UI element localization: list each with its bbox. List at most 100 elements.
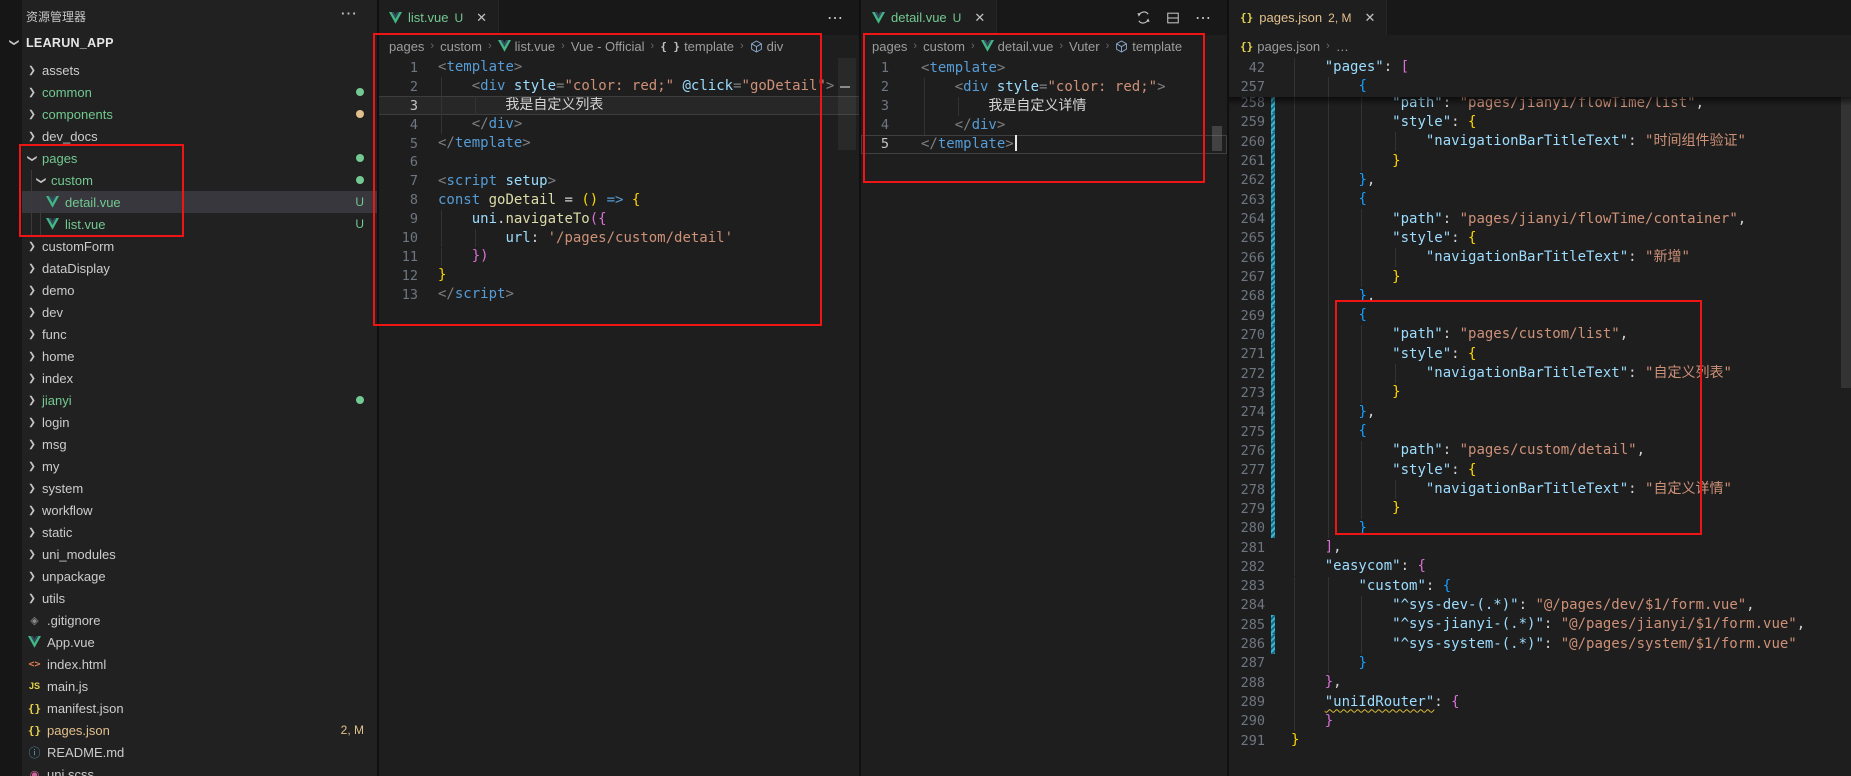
editor-group-divider[interactable] bbox=[1227, 0, 1229, 776]
tree-item-msg[interactable]: ❯msg bbox=[22, 433, 377, 455]
tree-item-dev[interactable]: ❯dev bbox=[22, 301, 377, 323]
scrollbar-slider[interactable] bbox=[1841, 58, 1851, 388]
split-editor-button[interactable] bbox=[1166, 11, 1180, 25]
tree-item-index.html[interactable]: <>index.html bbox=[22, 653, 377, 675]
tree-item-detail.vue[interactable]: detail.vueU bbox=[22, 191, 377, 213]
close-icon[interactable]: ✕ bbox=[1364, 10, 1375, 26]
vue-icon bbox=[46, 218, 59, 230]
breadcrumb-item-detail.vue[interactable]: detail.vue bbox=[981, 39, 1054, 54]
indent-guide bbox=[1395, 248, 1396, 267]
tree-item-App.vue[interactable]: App.vue bbox=[22, 631, 377, 653]
explorer-sidebar: 资源管理器 ⋯ ❯ LEARUN_APP ❯assets❯common❯comp… bbox=[0, 0, 377, 776]
code-line-3: 3 我是自定义详情 bbox=[861, 97, 1227, 116]
tree-item-func[interactable]: ❯func bbox=[22, 323, 377, 345]
code-editor-detail-vue[interactable]: 1<template>2 <div style="color: red;">3 … bbox=[861, 57, 1227, 776]
tree-item-pages.json[interactable]: {}pages.json2, M bbox=[22, 719, 377, 741]
indent-guide bbox=[441, 248, 442, 267]
tree-item-my[interactable]: ❯my bbox=[22, 455, 377, 477]
tab-bar: {}pages.json2, M✕ bbox=[1229, 0, 1851, 35]
code-line-262: 262 }, bbox=[1229, 171, 1851, 190]
code-text: "style": { bbox=[1273, 345, 1476, 364]
breadcrumb-item-list.vue[interactable]: list.vue bbox=[498, 39, 555, 54]
tree-item-main.js[interactable]: JSmain.js bbox=[22, 675, 377, 697]
breadcrumb-item-Vue-Official[interactable]: Vue - Official bbox=[571, 39, 645, 54]
modified-line-marker bbox=[1271, 113, 1275, 132]
chevron-right-icon: ❯ bbox=[26, 593, 38, 604]
code-text: "style": { bbox=[1273, 229, 1476, 248]
tree-item-uni.scss[interactable]: ◉uni.scss bbox=[22, 763, 377, 776]
tree-item-.gitignore[interactable]: ◈.gitignore bbox=[22, 609, 377, 631]
breadcrumb-item-template[interactable]: { }template bbox=[660, 39, 734, 54]
breadcrumb-item-custom[interactable]: custom bbox=[440, 39, 482, 54]
tree-item-assets[interactable]: ❯assets bbox=[22, 59, 377, 81]
modified-line-marker bbox=[1271, 441, 1275, 460]
line-number: 269 bbox=[1229, 308, 1273, 324]
tree-item-components[interactable]: ❯components bbox=[22, 103, 377, 125]
line-number: 276 bbox=[1229, 443, 1273, 459]
tree-item-jianyi[interactable]: ❯jianyi bbox=[22, 389, 377, 411]
tree-item-label: dev bbox=[42, 305, 63, 320]
code-text: } bbox=[1273, 152, 1401, 171]
close-icon[interactable]: ✕ bbox=[974, 10, 985, 26]
more-actions-button[interactable]: ⋯ bbox=[827, 8, 843, 28]
scrollbar-slider[interactable] bbox=[1212, 126, 1222, 151]
tree-item-static[interactable]: ❯static bbox=[22, 521, 377, 543]
split-icon bbox=[1166, 11, 1180, 25]
breadcrumb-item-custom[interactable]: custom bbox=[923, 39, 965, 54]
breadcrumb-item-pages[interactable]: pages bbox=[872, 39, 907, 54]
git-decoration: U bbox=[355, 195, 364, 209]
tab-pages-json[interactable]: {}pages.json2, M✕ bbox=[1229, 0, 1387, 35]
code-text: </div> bbox=[897, 116, 1005, 135]
sidebar-editor-divider[interactable] bbox=[377, 0, 379, 776]
tree-item-login[interactable]: ❯login bbox=[22, 411, 377, 433]
code-editor-pages-json[interactable]: 42 "pages": [257 {258 "path": "pages/jia… bbox=[1229, 57, 1851, 776]
breadcrumb-item-[interactable]: … bbox=[1336, 39, 1349, 54]
tab-list-vue[interactable]: list.vueU✕ bbox=[378, 0, 499, 35]
indent-guide bbox=[1395, 480, 1396, 499]
tree-item-dataDisplay[interactable]: ❯dataDisplay bbox=[22, 257, 377, 279]
chevron-right-icon: ❯ bbox=[26, 549, 38, 560]
code-editor-list-vue[interactable]: 1<template>2 <div style="color: red;" @c… bbox=[378, 57, 859, 776]
code-line-264: 264 "path": "pages/jianyi/flowTime/conta… bbox=[1229, 209, 1851, 228]
breadcrumb-item-Vuter[interactable]: Vuter bbox=[1069, 39, 1100, 54]
tree-item-label: uni.scss bbox=[47, 767, 94, 776]
breadcrumb-item-template[interactable]: template bbox=[1115, 39, 1182, 54]
tree-item-workflow[interactable]: ❯workflow bbox=[22, 499, 377, 521]
tab-detail-vue[interactable]: detail.vueU✕ bbox=[861, 0, 997, 35]
indent-guide bbox=[1328, 461, 1329, 480]
editor-group-divider[interactable] bbox=[859, 0, 861, 776]
tree-item-custom[interactable]: ❯custom bbox=[22, 169, 377, 191]
tree-item-list.vue[interactable]: list.vueU bbox=[22, 213, 377, 235]
minimap[interactable] bbox=[838, 58, 856, 150]
git-badge: U bbox=[355, 195, 364, 209]
tree-item-demo[interactable]: ❯demo bbox=[22, 279, 377, 301]
tree-item-index[interactable]: ❯index bbox=[22, 367, 377, 389]
close-icon[interactable]: ✕ bbox=[476, 10, 487, 26]
tree-item-common[interactable]: ❯common bbox=[22, 81, 377, 103]
tree-item-customForm[interactable]: ❯customForm bbox=[22, 235, 377, 257]
chevron-right-icon: ❯ bbox=[26, 417, 38, 428]
indent-guide bbox=[441, 96, 442, 115]
tree-item-dev_docs[interactable]: ❯dev_docs bbox=[22, 125, 377, 147]
indent-guide bbox=[1328, 209, 1329, 228]
breadcrumb-item-pages[interactable]: pages bbox=[389, 39, 424, 54]
indent-guide bbox=[1294, 364, 1295, 383]
breadcrumb-item-div[interactable]: div bbox=[750, 39, 784, 54]
line-number: 266 bbox=[1229, 250, 1273, 266]
breadcrumb-item-pages.json[interactable]: {}pages.json bbox=[1240, 39, 1320, 54]
tree-item-home[interactable]: ❯home bbox=[22, 345, 377, 367]
tree-item-uni_modules[interactable]: ❯uni_modules bbox=[22, 543, 377, 565]
indent-guide bbox=[1294, 673, 1295, 692]
tree-item-pages[interactable]: ❯pages bbox=[22, 147, 377, 169]
line-number: 284 bbox=[1229, 597, 1273, 613]
tree-item-utils[interactable]: ❯utils bbox=[22, 587, 377, 609]
tree-item-manifest.json[interactable]: {}manifest.json bbox=[22, 697, 377, 719]
open-changes-button[interactable] bbox=[1136, 10, 1151, 25]
tree-item-unpackage[interactable]: ❯unpackage bbox=[22, 565, 377, 587]
code-line-267: 267 } bbox=[1229, 267, 1851, 286]
tree-item-README.md[interactable]: ⓘREADME.md bbox=[22, 741, 377, 763]
more-actions-button[interactable]: ⋯ bbox=[1195, 8, 1211, 28]
indent-guide bbox=[1328, 654, 1329, 673]
tree-item-system[interactable]: ❯system bbox=[22, 477, 377, 499]
indent-guide bbox=[1294, 132, 1295, 151]
